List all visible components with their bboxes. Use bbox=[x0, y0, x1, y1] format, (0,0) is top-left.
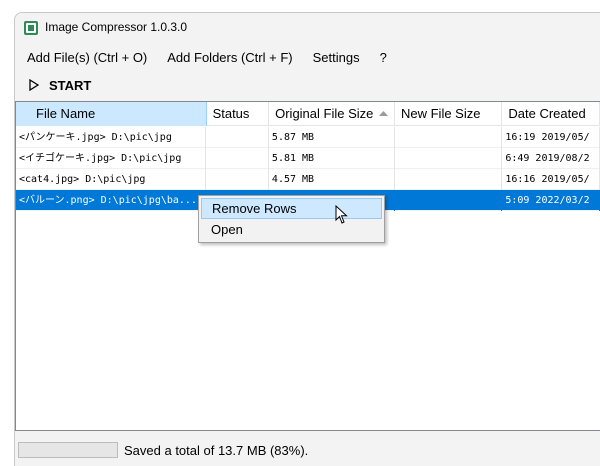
table-header: File Name Status Original File Size New … bbox=[16, 102, 600, 126]
cell-date-created: 6:49 2019/08/2 bbox=[502, 148, 600, 169]
cell-new-size bbox=[395, 127, 503, 148]
cell-original-size: 5.81 MB bbox=[269, 148, 395, 169]
cell-status bbox=[206, 127, 269, 148]
remove-rows-menu-item[interactable]: Remove Rows bbox=[201, 198, 382, 219]
cell-date-created: 16:19 2019/05/ bbox=[502, 127, 600, 148]
table-row[interactable]: <パンケーキ.jpg> D:\pic\jpg 5.87 MB 16:19 201… bbox=[16, 127, 600, 148]
cell-file-name: <イチゴケーキ.jpg> D:\pic\jpg bbox=[16, 148, 207, 169]
sort-ascending-icon bbox=[379, 111, 388, 116]
toolbar: START bbox=[15, 73, 600, 97]
mouse-cursor-icon bbox=[335, 205, 348, 224]
column-status[interactable]: Status bbox=[207, 102, 270, 126]
status-bar: Saved a total of 13.7 MB (83%). bbox=[15, 433, 600, 466]
menu-bar: Add File(s) (Ctrl + O) Add Folders (Ctrl… bbox=[15, 44, 600, 70]
menu-settings[interactable]: Settings bbox=[303, 46, 370, 69]
window-title: Image Compressor 1.0.3.0 bbox=[45, 20, 188, 34]
file-list[interactable]: File Name Status Original File Size New … bbox=[15, 101, 600, 431]
column-file-name[interactable]: File Name bbox=[16, 102, 207, 126]
play-icon bbox=[29, 79, 39, 91]
context-menu: Remove Rows Open bbox=[198, 195, 385, 243]
cell-original-size: 5.87 MB bbox=[269, 127, 395, 148]
open-menu-item[interactable]: Open bbox=[201, 219, 382, 240]
table-row[interactable]: <イチゴケーキ.jpg> D:\pic\jpg 5.81 MB 6:49 201… bbox=[16, 148, 600, 169]
cell-file-name: <パンケーキ.jpg> D:\pic\jpg bbox=[16, 127, 207, 148]
cell-new-size bbox=[395, 148, 503, 169]
table-row[interactable]: <cat4.jpg> D:\pic\jpg 4.57 MB 16:16 2019… bbox=[16, 169, 600, 190]
cell-status bbox=[206, 169, 269, 190]
progress-bar bbox=[18, 442, 118, 458]
cell-file-name: <バルーン.png> D:\pic\jpg\ba... bbox=[16, 190, 207, 211]
title-bar: Image Compressor 1.0.3.0 bbox=[15, 13, 600, 43]
column-date-created[interactable]: Date Created bbox=[502, 102, 600, 126]
app-icon bbox=[24, 21, 38, 35]
cell-new-size bbox=[395, 169, 503, 190]
menu-add-files[interactable]: Add File(s) (Ctrl + O) bbox=[15, 46, 157, 69]
menu-add-folders[interactable]: Add Folders (Ctrl + F) bbox=[157, 46, 302, 69]
menu-help[interactable]: ? bbox=[370, 46, 397, 69]
column-original-size[interactable]: Original File Size bbox=[269, 102, 395, 126]
cell-original-size: 4.57 MB bbox=[269, 169, 395, 190]
cell-date-created: 16:16 2019/05/ bbox=[502, 169, 600, 190]
cell-file-name: <cat4.jpg> D:\pic\jpg bbox=[16, 169, 207, 190]
column-new-size[interactable]: New File Size bbox=[395, 102, 503, 126]
cell-date-created: 5:09 2022/03/2 bbox=[502, 190, 600, 211]
column-original-size-label: Original File Size bbox=[275, 106, 374, 121]
start-button[interactable]: START bbox=[15, 73, 91, 97]
cell-status bbox=[206, 148, 269, 169]
start-label: START bbox=[49, 77, 92, 93]
status-text: Saved a total of 13.7 MB (83%). bbox=[124, 442, 309, 458]
cell-new-size bbox=[395, 190, 503, 211]
